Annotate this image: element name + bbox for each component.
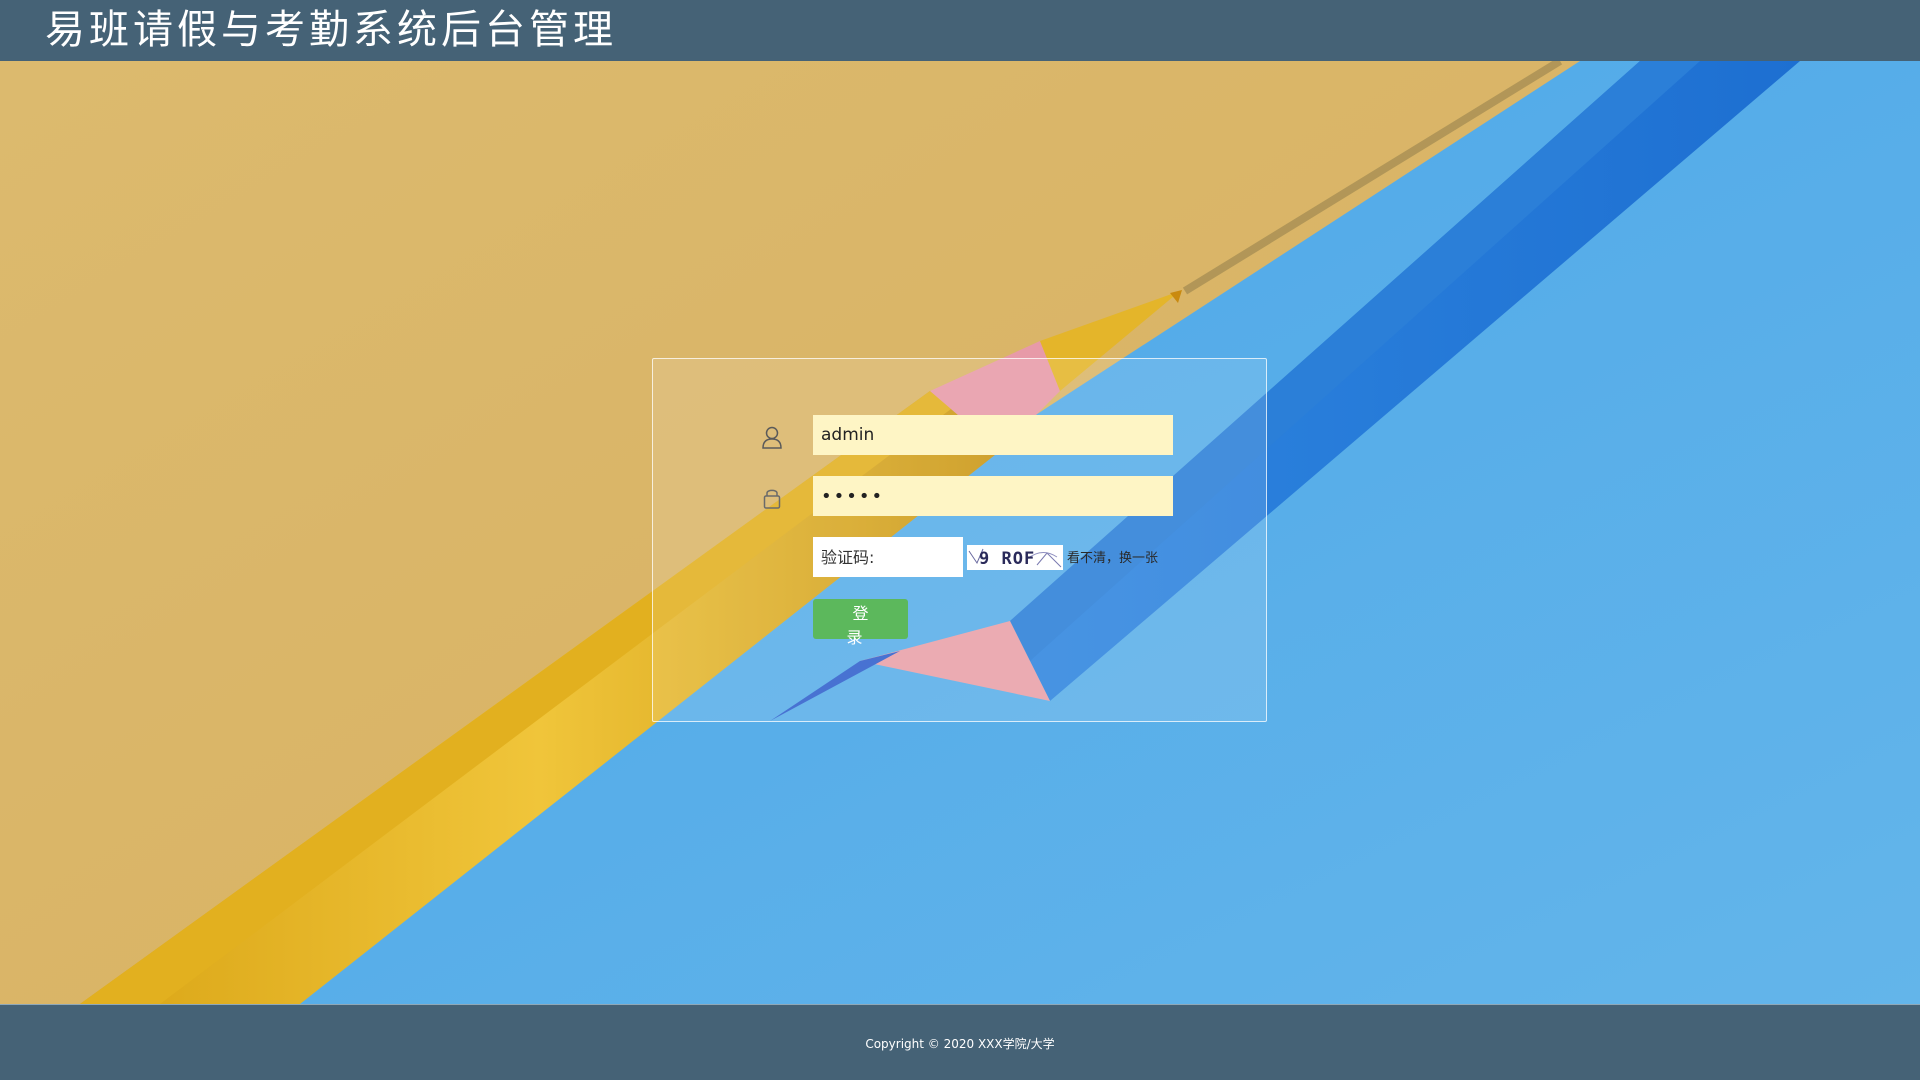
user-icon [759, 424, 785, 450]
footer-bar: Copyright © 2020 XXX学院/大学 [0, 1004, 1920, 1080]
header-bar: 易班请假与考勤系统后台管理 [0, 0, 1920, 61]
captcha-image[interactable]: 9 ROF [967, 545, 1063, 570]
copyright-text: Copyright © 2020 XXX学院/大学 [865, 1037, 1055, 1051]
captcha-refresh-link[interactable]: 看不清，换一张 [1067, 547, 1158, 566]
username-field[interactable] [813, 415, 1173, 455]
captcha-input[interactable] [813, 537, 963, 577]
lock-icon [759, 485, 785, 511]
captcha-text: 9 ROF [979, 549, 1035, 569]
page-title: 易班请假与考勤系统后台管理 [45, 7, 617, 53]
login-panel: 9 ROF 看不清，换一张 登 录 [652, 358, 1267, 722]
login-button[interactable]: 登 录 [813, 599, 908, 647]
login-page: 易班请假与考勤系统后台管理 admin ••••• 验证码: 9 ROF 看不清… [0, 0, 1920, 1080]
password-field[interactable] [813, 476, 1173, 516]
